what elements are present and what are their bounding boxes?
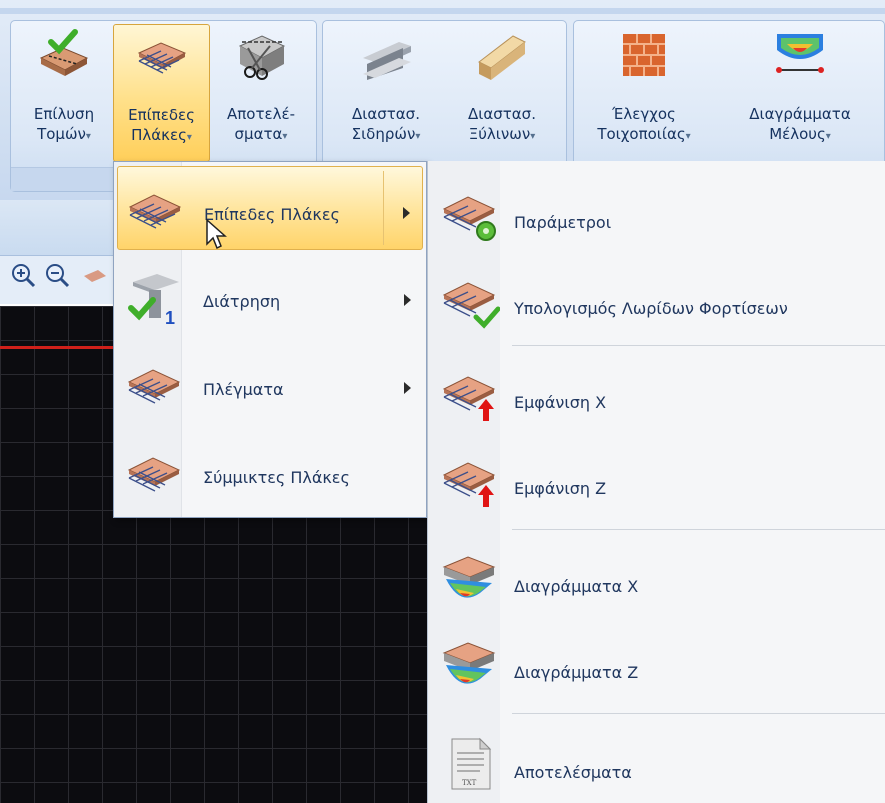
svg-text:1: 1 bbox=[165, 308, 175, 326]
mesh-icon bbox=[127, 369, 181, 404]
steel-dimensioning-button[interactable]: Διαστασ. Σιδηρών▾ bbox=[326, 24, 446, 162]
slab-check-icon bbox=[442, 282, 500, 329]
button-label-line1: Αποτελέ- bbox=[226, 105, 295, 123]
timber-beam-icon bbox=[478, 35, 526, 80]
menu-item-punching[interactable]: 1 Διάτρηση bbox=[117, 254, 423, 338]
flat-slabs-submenu: Παράμετροι Υπολογισμός Λωρίδων Φορτίσεων… bbox=[427, 161, 885, 803]
dropdown-arrow-icon: ▾ bbox=[415, 131, 421, 142]
button-label-line2: σματα bbox=[234, 125, 283, 143]
diagram-z-icon bbox=[442, 642, 496, 684]
submenu-item-label: Εμφάνιση Z bbox=[514, 479, 607, 498]
submenu-item-label: Αποτελέσματα bbox=[514, 763, 632, 782]
slab-display-x-icon bbox=[442, 376, 496, 421]
button-label-line1: Επίλυση bbox=[33, 105, 95, 123]
button-label-line2: Τομών bbox=[37, 125, 86, 143]
timber-dimensioning-button[interactable]: Διαστασ. Ξύλινων▾ bbox=[448, 24, 556, 162]
button-label-line2: Μέλους bbox=[769, 125, 826, 143]
submenu-item-parameters[interactable]: Παράμετροι bbox=[428, 171, 885, 255]
ribbon-top-border bbox=[0, 8, 885, 14]
submenu-item-display-x[interactable]: Εμφάνιση X bbox=[428, 351, 885, 435]
menu-item-label: Πλέγματα bbox=[203, 380, 284, 399]
masonry-check-button[interactable]: Έλεγχος Τοιχοποιίας▾ bbox=[582, 24, 706, 162]
menu-item-composite-slabs[interactable]: Σύμμικτες Πλάκες bbox=[117, 430, 423, 514]
flat-slabs-button[interactable]: Επίπεδες Πλάκες▾ bbox=[113, 24, 210, 162]
button-label-line2: Πλάκες bbox=[131, 126, 187, 144]
canvas-red-axis bbox=[0, 346, 120, 349]
submenu-item-label: Διαγράμματα X bbox=[514, 577, 639, 596]
submenu-item-diagrams-x[interactable]: Διαγράμματα X bbox=[428, 535, 885, 619]
button-label-line1: Έλεγχος bbox=[612, 105, 676, 123]
flat-slabs-menu: Επίπεδες Πλάκες 1 Διάτρηση Πλέγματα Σύμμ… bbox=[113, 161, 427, 518]
dropdown-arrow-icon: ▾ bbox=[825, 131, 831, 142]
submenu-arrow-icon bbox=[403, 207, 410, 219]
menu-item-flat-slabs[interactable]: Επίπεδες Πλάκες bbox=[117, 166, 423, 250]
mouse-cursor-icon bbox=[206, 218, 227, 250]
slab-grid-icon bbox=[128, 194, 182, 229]
svg-text:TXT: TXT bbox=[462, 779, 477, 787]
submenu-separator bbox=[512, 713, 885, 714]
dropdown-arrow-icon: ▾ bbox=[530, 131, 536, 142]
submenu-item-results[interactable]: TXT Αποτελέσματα bbox=[428, 721, 885, 803]
txt-file-icon: TXT bbox=[451, 737, 492, 790]
submenu-split-divider bbox=[383, 171, 384, 245]
secondary-ribbon-bar bbox=[0, 200, 120, 256]
submenu-separator bbox=[512, 529, 885, 530]
composite-slab-icon bbox=[127, 457, 181, 492]
submenu-item-label: Διαγράμματα Z bbox=[514, 663, 639, 682]
submenu-arrow-icon bbox=[404, 382, 411, 394]
menu-item-label: Διάτρηση bbox=[203, 292, 281, 311]
button-label-line2: Ξύλινων bbox=[468, 125, 531, 143]
dropdown-arrow-icon: ▾ bbox=[282, 131, 288, 142]
zoom-in-icon[interactable] bbox=[10, 262, 36, 288]
steel-beam-icon bbox=[363, 42, 411, 80]
section-solve-icon bbox=[39, 29, 89, 76]
button-label-line1: Επίπεδες bbox=[128, 106, 195, 124]
submenu-item-label: Εμφάνιση X bbox=[514, 393, 607, 412]
submenu-item-label: Υπολογισμός Λωρίδων Φορτίσεων bbox=[514, 299, 788, 318]
submenu-item-label: Παράμετροι bbox=[514, 213, 612, 232]
submenu-item-display-z[interactable]: Εμφάνιση Z bbox=[428, 437, 885, 521]
button-label-line2: Σιδηρών bbox=[351, 125, 416, 143]
zoom-out-icon[interactable] bbox=[44, 262, 70, 288]
results-scissors-icon bbox=[238, 35, 286, 80]
button-label-line1: Διαστασ. bbox=[468, 105, 536, 123]
slab-display-z-icon bbox=[442, 462, 496, 507]
dropdown-arrow-icon: ▾ bbox=[186, 132, 192, 143]
member-diagram-icon bbox=[776, 34, 824, 73]
menu-item-label: Σύμμικτες Πλάκες bbox=[203, 468, 350, 487]
submenu-item-diagrams-z[interactable]: Διαγράμματα Z bbox=[428, 621, 885, 705]
button-label-line1: Διαγράμματα bbox=[749, 105, 851, 123]
member-diagrams-button[interactable]: Διαγράμματα Μέλους▾ bbox=[722, 24, 878, 162]
slab-settings-icon bbox=[442, 196, 496, 241]
submenu-separator bbox=[512, 345, 885, 346]
submenu-arrow-icon bbox=[404, 294, 411, 306]
slab-view-icon[interactable] bbox=[78, 262, 108, 288]
diagram-x-icon bbox=[442, 556, 496, 598]
masonry-wall-icon bbox=[623, 34, 665, 76]
button-label-line2: Τοιχοποιίας bbox=[597, 125, 686, 143]
dropdown-arrow-icon: ▾ bbox=[85, 131, 91, 142]
results-button[interactable]: Αποτελέ-σματα▾ bbox=[212, 24, 310, 162]
section-solve-button[interactable]: Επίλυση Τομών▾ bbox=[16, 24, 112, 162]
punching-shear-icon: 1 bbox=[128, 274, 179, 326]
menu-item-meshes[interactable]: Πλέγματα bbox=[117, 342, 423, 426]
dropdown-arrow-icon: ▾ bbox=[685, 131, 691, 142]
submenu-item-load-strips[interactable]: Υπολογισμός Λωρίδων Φορτίσεων bbox=[428, 257, 885, 341]
button-label-line1: Διαστασ. bbox=[352, 105, 420, 123]
slab-grid-icon bbox=[137, 42, 186, 74]
